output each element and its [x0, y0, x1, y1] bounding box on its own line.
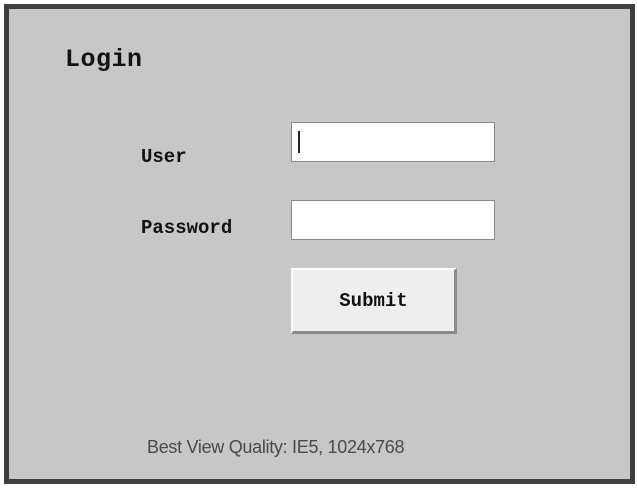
user-input[interactable]	[291, 122, 495, 162]
login-window: Login User Password Submit Best View Qua…	[4, 4, 635, 484]
password-input[interactable]	[291, 200, 495, 240]
text-cursor	[298, 131, 300, 153]
submit-button[interactable]: Submit	[291, 268, 457, 334]
best-view-note: Best View Quality: IE5, 1024x768	[147, 437, 405, 457]
password-label: Password	[141, 217, 233, 239]
user-label: User	[141, 146, 187, 168]
login-title: Login	[65, 45, 143, 74]
